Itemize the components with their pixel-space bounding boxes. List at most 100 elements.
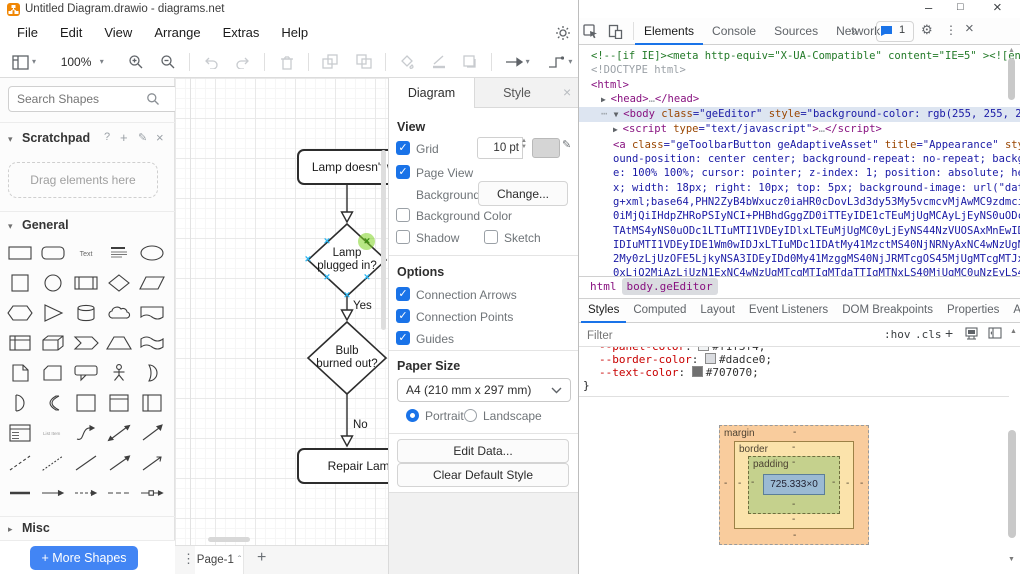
shape-bidirectional-arrow[interactable] (102, 418, 135, 448)
delete-icon[interactable] (275, 49, 299, 75)
grid-size-input[interactable] (477, 137, 523, 159)
issues-badge[interactable]: 1 (876, 21, 914, 42)
diagram-canvas[interactable]: Lamp doesn't work Lamp plugged in? Bulb … (175, 78, 388, 545)
shape-triangle[interactable] (36, 298, 69, 328)
inspect-element-icon[interactable] (579, 18, 601, 44)
connection-arrows-checkbox[interactable]: ✓ (396, 287, 410, 301)
zoom-level[interactable]: 100% (61, 55, 92, 69)
css-declaration[interactable]: --text-color: #707070; (579, 366, 1009, 379)
menu-edit[interactable]: Edit (49, 19, 93, 46)
devtools-menu-icon[interactable]: ⋮ (945, 23, 957, 37)
toggle-cls[interactable]: .cls (915, 328, 942, 341)
scratchpad-help-icon[interactable]: ? (104, 131, 110, 143)
edge-label-no[interactable]: No (353, 419, 368, 431)
styles-tab-dom-breakpoints[interactable]: DOM Breakpoints (835, 299, 940, 322)
grid-color-swatch[interactable] (532, 138, 560, 158)
shape-rectangle[interactable] (3, 238, 36, 268)
page-tab[interactable]: Page-1 ˆ (195, 546, 244, 574)
arrow-style-icon[interactable] (502, 49, 526, 75)
shape-text[interactable]: Text (69, 238, 102, 268)
landscape-radio[interactable] (464, 409, 477, 422)
connection-point-icon[interactable]: × (305, 253, 311, 265)
devtools-tab-sources[interactable]: Sources (765, 19, 827, 44)
shape-square[interactable] (3, 268, 36, 298)
styles-tab-accessibility[interactable]: Accessibility (1006, 299, 1020, 322)
scratchpad-caret-icon[interactable]: ▾ (8, 134, 13, 145)
shape-dashed-line[interactable] (3, 448, 36, 478)
shape-dash-line[interactable] (102, 478, 135, 508)
css-declaration[interactable]: --border-color: #dadce0; (579, 353, 1009, 366)
shadow-icon[interactable] (458, 49, 482, 75)
window-minimize-icon[interactable]: – (925, 0, 932, 15)
guides-checkbox[interactable]: ✓ (396, 331, 410, 345)
shape-diamond[interactable] (102, 268, 135, 298)
elements-scrollbar[interactable] (1008, 58, 1015, 100)
menu-extras[interactable]: Extras (212, 19, 271, 46)
shape-cube[interactable] (36, 328, 69, 358)
shape-hexagon[interactable] (3, 298, 36, 328)
devtools-settings-icon[interactable]: ⚙ (921, 22, 933, 38)
menu-help[interactable]: Help (270, 19, 319, 46)
shape-process[interactable] (69, 268, 102, 298)
shape-ellipse[interactable] (135, 238, 168, 268)
more-tabs-icon[interactable]: » (847, 19, 862, 44)
background-color-checkbox[interactable] (396, 208, 410, 222)
shape-line-arrow[interactable] (102, 448, 135, 478)
portrait-radio[interactable] (406, 409, 419, 422)
view-caret-icon[interactable]: ▾ (32, 57, 36, 66)
shape-and[interactable] (3, 388, 36, 418)
misc-caret-icon[interactable]: ▸ (8, 524, 13, 535)
shape-rounded-rectangle[interactable] (36, 238, 69, 268)
shape-note[interactable] (3, 358, 36, 388)
shape-actor[interactable] (102, 358, 135, 388)
arrow-style-caret-icon[interactable]: ▾ (526, 57, 530, 66)
code-line[interactable]: <a class="geToolbarButton geAdaptiveAsse… (579, 138, 1020, 152)
more-shapes-button[interactable]: + More Shapes (30, 546, 138, 570)
line-color-icon[interactable] (427, 49, 451, 75)
clear-default-style-button[interactable]: Clear Default Style (397, 463, 569, 487)
grid-size-stepper[interactable]: ▲▼ (521, 138, 527, 150)
edge-label-yes[interactable]: Yes (353, 300, 372, 312)
breadcrumb-html[interactable]: html (585, 278, 622, 295)
page-view-checkbox[interactable]: ✓ (396, 165, 410, 179)
shape-cloud[interactable] (102, 298, 135, 328)
code-line[interactable]: <!--[if IE]><meta http-equiv="X-UA-Compa… (579, 49, 1020, 63)
styles-tab-event-listeners[interactable]: Event Listeners (742, 299, 835, 322)
zoom-caret-icon[interactable]: ▾ (100, 57, 104, 66)
misc-section-title[interactable]: Misc (22, 521, 50, 535)
edit-data-button[interactable]: Edit Data... (397, 439, 569, 463)
shape-callout[interactable] (69, 358, 102, 388)
tab-style[interactable]: Style (475, 78, 559, 108)
code-line[interactable]: 0xLjQ2MiAzLjUzN1ExNC4wNzUgMTcgMTIgMTdaTT… (579, 266, 1020, 276)
code-line[interactable]: ⋯ ▼ <body class="geEditor" style="backgr… (579, 107, 1020, 122)
shape-tape[interactable] (135, 328, 168, 358)
shape-data-storage[interactable] (36, 388, 69, 418)
code-line[interactable]: 2My0zLjUzOFE5LjkyNSA3IDEyIDd0My41MzggMS4… (579, 252, 1020, 266)
connector-style-caret-icon[interactable]: ▾ (568, 57, 572, 66)
node-lamp-plugged-in[interactable]: Lamp plugged in? (311, 247, 383, 273)
shape-circle[interactable] (36, 268, 69, 298)
shape-step[interactable] (69, 328, 102, 358)
to-front-icon[interactable] (318, 49, 342, 75)
boxmodel-padding[interactable]: padding - - - - 725.333×0 (748, 456, 840, 514)
menu-arrange[interactable]: Arrange (143, 19, 211, 46)
shadow-checkbox[interactable] (396, 230, 410, 244)
shape-textbox[interactable] (102, 238, 135, 268)
shape-line-waypoint[interactable] (135, 478, 168, 508)
shape-parallelogram[interactable] (135, 268, 168, 298)
connection-point-icon[interactable]: × (324, 271, 330, 283)
shape-container-title[interactable] (102, 388, 135, 418)
elements-scroll-up-icon[interactable]: ▲ (1008, 47, 1015, 54)
shape-dotted-line[interactable] (36, 448, 69, 478)
code-line[interactable]: x; width: 18px; right: 10px; top: 5px; b… (579, 181, 1020, 195)
color-swatch[interactable] (705, 353, 716, 364)
devtools-tab-elements[interactable]: Elements (635, 20, 703, 45)
code-line[interactable]: IDIuMTI1VDEyIDE1Wm0wIDJxLTIuMDc1IDAtMy41… (579, 238, 1020, 252)
window-close-icon[interactable]: × (993, 0, 1002, 16)
styles-tab-properties[interactable]: Properties (940, 299, 1006, 322)
menu-view[interactable]: View (93, 19, 143, 46)
grid-color-edit-icon[interactable]: ✎ (562, 138, 571, 151)
boxmodel-content[interactable]: 725.333×0 (763, 474, 825, 495)
breadcrumb-body.geEditor[interactable]: body.geEditor (622, 278, 718, 295)
connector-style-icon[interactable] (544, 49, 568, 75)
